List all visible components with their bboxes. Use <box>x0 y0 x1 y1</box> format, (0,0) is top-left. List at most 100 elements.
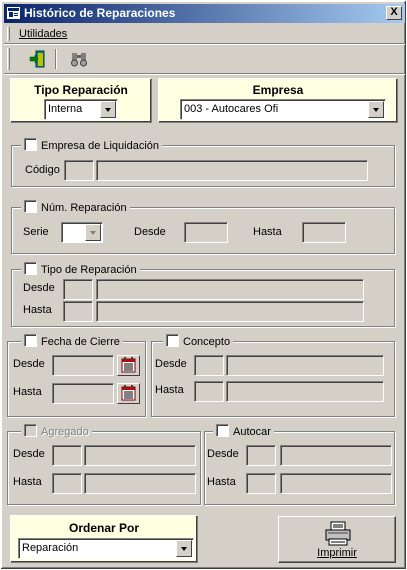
num-desde-field[interactable] <box>184 222 228 243</box>
app-icon <box>7 7 20 19</box>
toolbar-grip <box>7 48 10 70</box>
chevron-down-icon[interactable] <box>100 101 116 118</box>
fecha-desde-field[interactable] <box>52 355 114 376</box>
exit-door-icon <box>29 50 45 68</box>
codigo-desc-field <box>96 160 368 181</box>
concepto-desde-desc-field <box>226 355 384 376</box>
agregado-desde-code-field <box>52 445 82 466</box>
close-icon: X <box>390 6 398 18</box>
concepto-title[interactable]: Concepto <box>163 334 234 348</box>
concepto-title-text: Concepto <box>183 336 231 348</box>
ordenar-select[interactable]: Reparación <box>18 538 194 559</box>
fecha-hasta-calendar-button[interactable] <box>117 383 140 404</box>
empresa-liquidacion-title[interactable]: Empresa de Liquidación <box>21 138 163 152</box>
tipo-de-reparacion-checkbox[interactable] <box>24 262 37 275</box>
serie-select[interactable] <box>61 222 103 243</box>
empresa-select[interactable]: 003 - Autocares Ofi <box>180 99 386 120</box>
autocar-hasta-code-field[interactable] <box>246 473 276 494</box>
tipo-hasta-label: Hasta <box>23 304 52 316</box>
menu-divider <box>4 43 405 45</box>
fecha-desde-calendar-button[interactable] <box>117 355 140 376</box>
menubar-grip <box>7 27 10 41</box>
calendar-icon <box>121 385 136 401</box>
fecha-cierre-title[interactable]: Fecha de Cierre <box>21 334 123 348</box>
tipo-reparacion-value: Interna <box>48 103 83 115</box>
agregado-title-text: Agregado <box>41 426 89 438</box>
empresa-panel: Empresa 003 - Autocares Ofi <box>158 78 398 123</box>
fecha-hasta-label: Hasta <box>13 386 42 398</box>
concepto-desde-code-field[interactable] <box>194 355 224 376</box>
title-bar[interactable]: Histórico de Reparaciones X <box>4 4 405 23</box>
codigo-label: Código <box>25 164 60 176</box>
num-hasta-field[interactable] <box>302 222 346 243</box>
autocar-hasta-desc-field <box>280 473 392 494</box>
concepto-hasta-code-field[interactable] <box>194 381 224 402</box>
tipo-reparacion-panel: Tipo Reparación Interna <box>10 78 152 123</box>
ordenar-label: Ordenar Por <box>68 521 140 535</box>
chevron-down-icon[interactable] <box>176 540 192 557</box>
tipo-hasta-code-field[interactable] <box>63 301 93 322</box>
tipo-hasta-desc-field <box>96 301 364 322</box>
concepto-checkbox[interactable] <box>166 334 179 347</box>
concepto-hasta-desc-field <box>226 381 384 402</box>
tipo-reparacion-select[interactable]: Interna <box>44 99 118 120</box>
autocar-title[interactable]: Autocar <box>213 424 274 438</box>
calendar-icon <box>121 357 136 373</box>
fecha-hasta-field[interactable] <box>52 383 114 404</box>
exit-button[interactable] <box>26 48 50 70</box>
codigo-field[interactable] <box>64 160 94 181</box>
autocar-hasta-label: Hasta <box>207 476 236 488</box>
concepto-group <box>151 341 395 417</box>
autocar-checkbox[interactable] <box>216 424 229 437</box>
tipo-desde-code-field[interactable] <box>63 279 93 300</box>
fecha-cierre-group <box>7 341 146 417</box>
tipo-de-reparacion-title[interactable]: Tipo de Reparación <box>21 262 140 276</box>
agregado-desde-label: Desde <box>13 448 45 460</box>
empresa-liquidacion-title-text: Empresa de Liquidación <box>41 140 160 152</box>
fecha-cierre-checkbox[interactable] <box>24 334 37 347</box>
menu-bar: Utilidades <box>4 25 405 43</box>
num-reparacion-checkbox[interactable] <box>24 200 37 213</box>
autocar-desde-label: Desde <box>207 448 239 460</box>
toolbar-divider <box>4 73 405 75</box>
autocar-desde-code-field[interactable] <box>246 445 276 466</box>
fecha-desde-label: Desde <box>13 358 45 370</box>
chevron-down-icon[interactable] <box>85 224 101 241</box>
binoculars-icon <box>71 53 87 67</box>
window-title: Histórico de Reparaciones <box>24 6 176 20</box>
imprimir-button[interactable]: Imprimir <box>278 516 396 563</box>
num-reparacion-title[interactable]: Núm. Reparación <box>21 200 130 214</box>
agregado-desde-desc-field <box>84 445 196 466</box>
autocar-desde-desc-field <box>280 445 392 466</box>
menu-utilidades[interactable]: Utilidades <box>19 28 67 40</box>
close-button[interactable]: X <box>386 6 402 20</box>
tipo-desde-desc-field <box>96 279 364 300</box>
fecha-cierre-title-text: Fecha de Cierre <box>41 336 120 348</box>
search-button[interactable] <box>67 48 91 70</box>
toolbar-separator <box>55 49 57 69</box>
serie-label: Serie <box>23 226 49 238</box>
agregado-checkbox <box>24 424 37 437</box>
num-desde-label: Desde <box>134 226 166 238</box>
num-hasta-label: Hasta <box>253 226 282 238</box>
window: Histórico de Reparaciones X Utilidades T… <box>0 0 407 570</box>
autocar-title-text: Autocar <box>233 426 271 438</box>
empresa-label: Empresa <box>252 83 304 97</box>
concepto-hasta-label: Hasta <box>155 384 184 396</box>
agregado-title: Agregado <box>21 424 92 438</box>
printer-icon <box>325 521 351 546</box>
toolbar <box>4 46 405 72</box>
concepto-desde-label: Desde <box>155 358 187 370</box>
tipo-de-reparacion-title-text: Tipo de Reparación <box>41 264 137 276</box>
tipo-reparacion-label: Tipo Reparación <box>34 83 128 97</box>
imprimir-label: Imprimir <box>317 547 357 559</box>
empresa-value: 003 - Autocares Ofi <box>184 103 279 115</box>
empresa-liquidacion-checkbox[interactable] <box>24 138 37 151</box>
agregado-hasta-code-field <box>52 473 82 494</box>
agregado-hasta-label: Hasta <box>13 476 42 488</box>
agregado-hasta-desc-field <box>84 473 196 494</box>
chevron-down-icon[interactable] <box>368 101 384 118</box>
ordenar-value: Reparación <box>22 542 79 554</box>
ordenar-panel: Ordenar Por Reparación <box>10 515 198 563</box>
tipo-desde-label: Desde <box>23 282 55 294</box>
